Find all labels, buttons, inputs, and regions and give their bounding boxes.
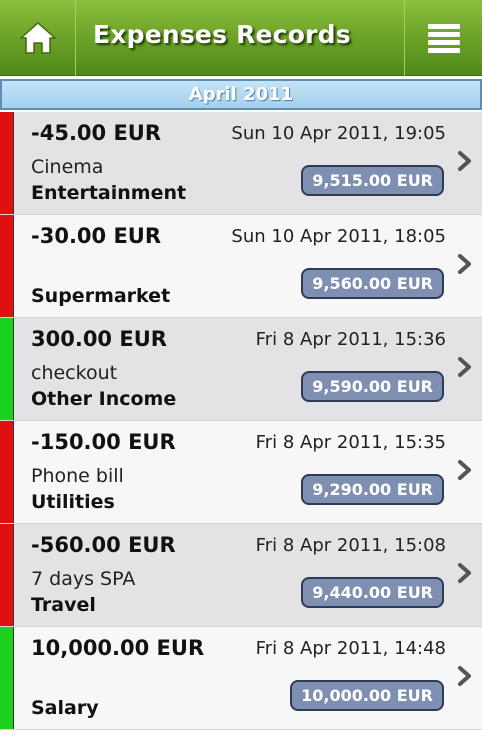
record-datetime: Sun 10 Apr 2011, 19:05 (231, 123, 446, 144)
record-amount: -150.00 EUR (31, 430, 176, 454)
record-amount: 10,000.00 EUR (31, 636, 205, 660)
record-type-indicator (0, 524, 14, 626)
record-datetime: Fri 8 Apr 2011, 15:35 (255, 432, 446, 453)
page-title: Expenses Records (93, 20, 351, 49)
record-category: Supermarket (31, 285, 171, 307)
chevron-right-icon[interactable] (456, 356, 474, 378)
record-note: Phone bill (31, 465, 124, 487)
record-category: Travel (31, 594, 96, 616)
list-menu-icon (427, 24, 460, 53)
chevron-right-icon[interactable] (456, 253, 474, 275)
record-note: Cinema (31, 156, 104, 178)
home-button[interactable] (0, 0, 76, 76)
record-row[interactable]: 10,000.00 EUR Fri 8 Apr 2011, 14:48 Sala… (0, 627, 482, 730)
record-balance-badge: 9,440.00 EUR (301, 577, 444, 608)
record-balance-badge: 9,515.00 EUR (301, 165, 444, 196)
record-datetime: Fri 8 Apr 2011, 14:48 (255, 638, 446, 659)
record-balance-badge: 9,560.00 EUR (301, 268, 444, 299)
record-row[interactable]: -560.00 EUR Fri 8 Apr 2011, 15:08 7 days… (0, 524, 482, 627)
chevron-right-icon[interactable] (456, 150, 474, 172)
record-amount: 300.00 EUR (31, 327, 167, 351)
record-amount: -560.00 EUR (31, 533, 176, 557)
record-note: 7 days SPA (31, 568, 136, 590)
record-balance-badge: 9,590.00 EUR (301, 371, 444, 402)
record-category: Entertainment (31, 182, 187, 204)
record-row[interactable]: -30.00 EUR Sun 10 Apr 2011, 18:05 Superm… (0, 215, 482, 318)
record-row[interactable]: -150.00 EUR Fri 8 Apr 2011, 15:35 Phone … (0, 421, 482, 524)
record-row[interactable]: 300.00 EUR Fri 8 Apr 2011, 15:36 checkou… (0, 318, 482, 421)
month-section-header: April 2011 (0, 79, 482, 110)
record-type-indicator (0, 215, 14, 317)
record-datetime: Fri 8 Apr 2011, 15:36 (255, 329, 446, 350)
record-datetime: Sun 10 Apr 2011, 18:05 (231, 226, 446, 247)
record-type-indicator (0, 318, 14, 420)
record-balance-badge: 10,000.00 EUR (290, 680, 444, 711)
chevron-right-icon[interactable] (456, 459, 474, 481)
chevron-right-icon[interactable] (456, 665, 474, 687)
chevron-right-icon[interactable] (456, 562, 474, 584)
record-amount: -30.00 EUR (31, 224, 162, 248)
record-type-indicator (0, 112, 14, 214)
record-category: Other Income (31, 388, 177, 410)
record-row[interactable]: -45.00 EUR Sun 10 Apr 2011, 19:05 Cinema… (0, 112, 482, 215)
home-icon (19, 22, 56, 54)
record-type-indicator (0, 421, 14, 523)
record-datetime: Fri 8 Apr 2011, 15:08 (255, 535, 446, 556)
record-category: Utilities (31, 491, 115, 513)
record-balance-badge: 9,290.00 EUR (301, 474, 444, 505)
records-list: -45.00 EUR Sun 10 Apr 2011, 19:05 Cinema… (0, 112, 482, 730)
record-type-indicator (0, 627, 14, 729)
record-amount: -45.00 EUR (31, 121, 162, 145)
app-header: Expenses Records (0, 0, 482, 76)
record-note: checkout (31, 362, 118, 384)
record-category: Salary (31, 697, 99, 719)
menu-button[interactable] (404, 0, 482, 76)
